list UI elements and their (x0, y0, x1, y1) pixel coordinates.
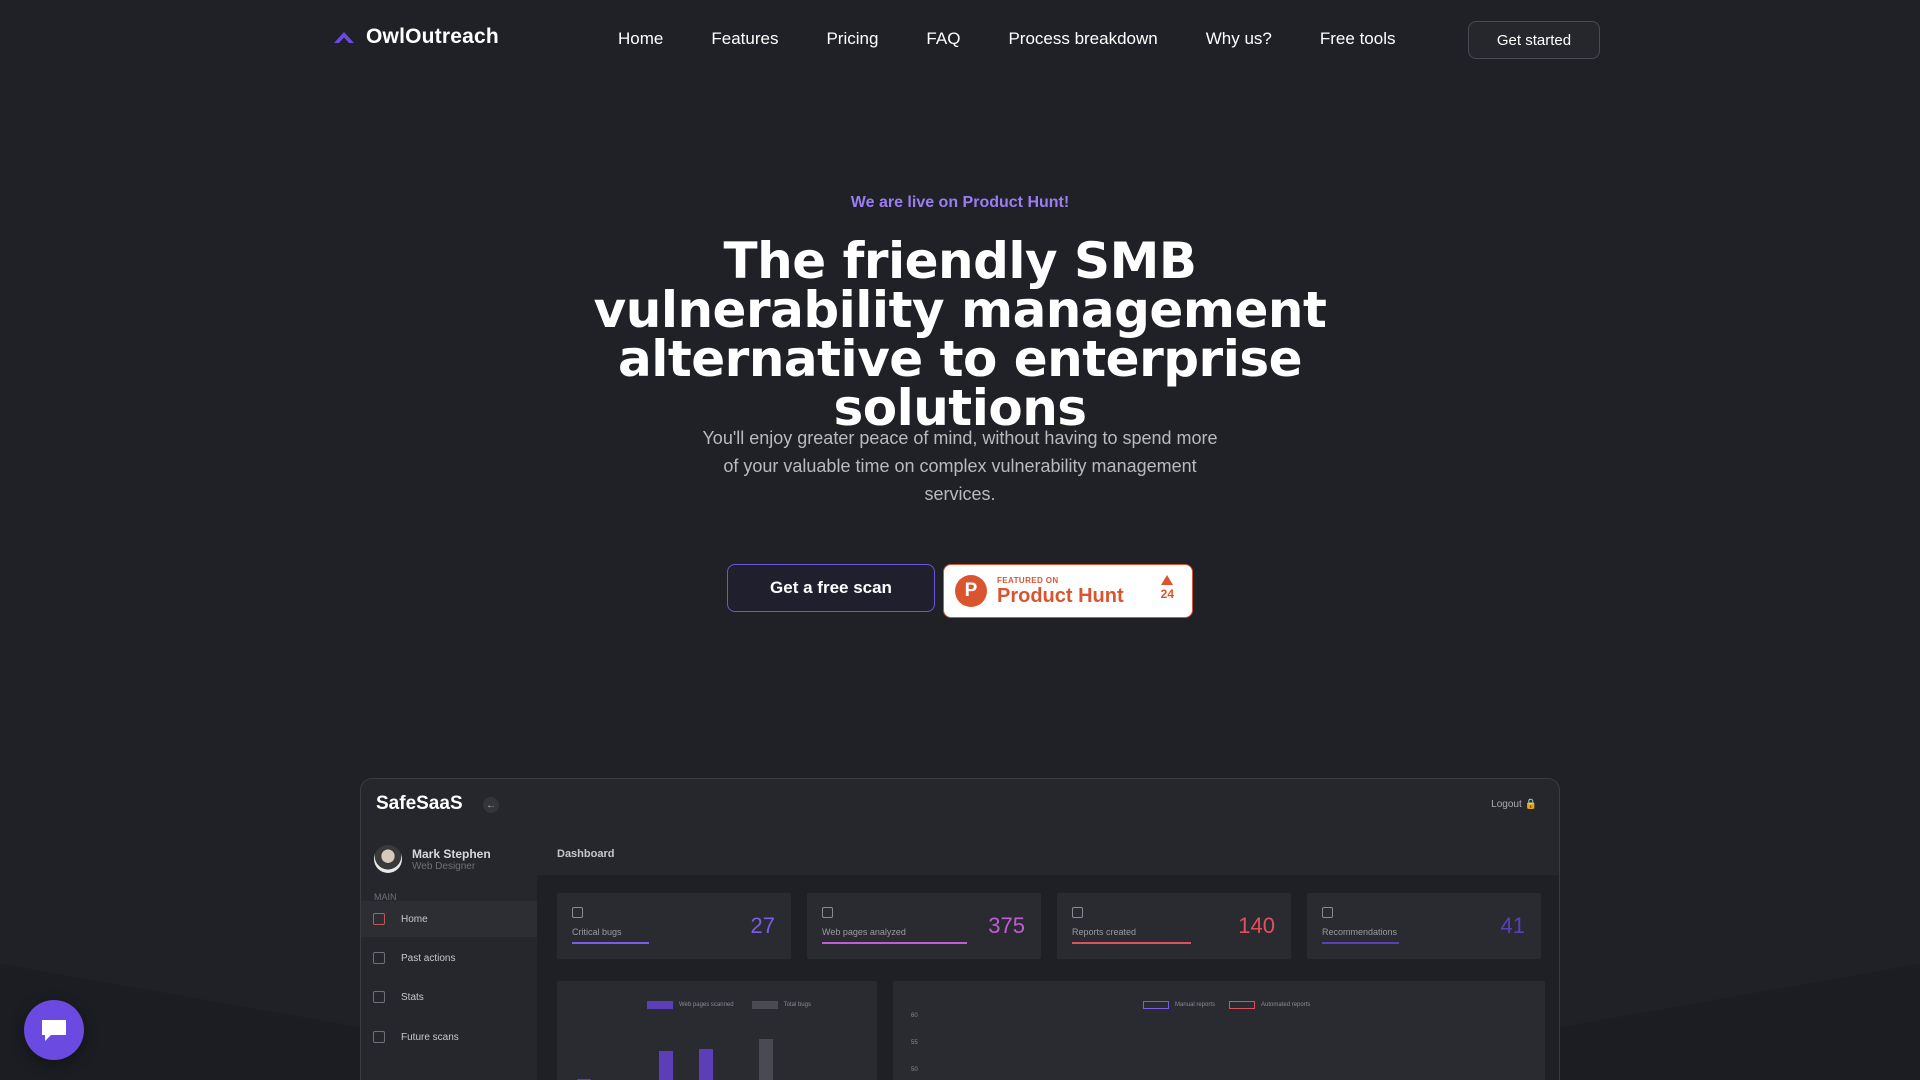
stat-label: Web pages analyzed (822, 927, 906, 937)
owl-logo-icon (334, 32, 354, 43)
stat-value: 27 (750, 913, 775, 938)
stat-label: Critical bugs (572, 927, 622, 937)
hero-subtitle: You'll enjoy greater peace of mind, with… (702, 428, 1218, 504)
y-tick-label: 50 (911, 1067, 918, 1073)
stat-value: 41 (1500, 913, 1525, 938)
stat-progress-bar (1322, 942, 1399, 944)
legend-swatch (1143, 1001, 1169, 1009)
sidebar-item-future-scans[interactable]: Future scans (361, 1019, 537, 1055)
dashboard-main: Dashboard Critical bugs 27 Web pages ana… (537, 835, 1559, 1080)
chat-button[interactable] (24, 1000, 84, 1060)
nav-link-features[interactable]: Features (711, 29, 778, 49)
stat-progress-bar (572, 942, 649, 944)
stat-progress-bar (822, 942, 967, 944)
chat-bubble-icon (42, 1020, 66, 1041)
product-hunt-text: FEATURED ON Product Hunt (997, 576, 1124, 607)
y-tick-label: 55 (911, 1040, 918, 1046)
grid-icon (373, 952, 385, 964)
sidebar-item-stats[interactable]: Stats (361, 979, 537, 1015)
bug-icon (572, 907, 583, 918)
logout-label: Logout (1491, 799, 1522, 810)
legend-swatch (647, 1001, 673, 1009)
stat-progress-bar (1072, 942, 1191, 944)
product-hunt-name: Product Hunt (997, 584, 1124, 607)
stack-icon (1322, 907, 1333, 918)
brand-logo[interactable]: OwlOutreach (332, 25, 499, 49)
product-hunt-icon: P (955, 575, 987, 607)
legend-label: Automated reports (1261, 1002, 1311, 1008)
upvote-count: 24 (1160, 587, 1174, 601)
home-icon (373, 913, 385, 925)
bar (759, 1039, 773, 1080)
nav-link-why-us[interactable]: Why us? (1206, 29, 1272, 49)
calendar-icon (373, 1031, 385, 1043)
line-chart-legend: Manual reports Automated reports (1143, 1001, 1310, 1009)
logout-link[interactable]: Logout 🔒 (1491, 799, 1537, 810)
stat-card-critical-bugs[interactable]: Critical bugs 27 (557, 893, 791, 959)
nav-link-process-breakdown[interactable]: Process breakdown (1008, 29, 1157, 49)
legend-label: Total bugs (783, 1002, 811, 1008)
dashboard-topbar: Dashboard (537, 835, 1559, 875)
legend-swatch (751, 1001, 778, 1009)
collapse-arrow-icon[interactable]: ← (483, 797, 499, 813)
report-icon (1072, 907, 1083, 918)
lock-icon: 🔒 (1524, 799, 1537, 810)
stat-label: Reports created (1072, 927, 1137, 937)
product-hunt-featured-label: FEATURED ON (997, 575, 1059, 585)
sidebar-item-label: Past actions (401, 952, 456, 964)
nav-links: Home Features Pricing FAQ Process breakd… (618, 29, 1395, 49)
hero-title: The friendly SMB vulnerability managemen… (593, 232, 1327, 437)
user-name: Mark Stephen (412, 846, 491, 861)
bar-chart-legend: Web pages scanned Total bugs (647, 1001, 811, 1009)
chart-icon (373, 991, 385, 1003)
stat-label: Recommendations (1322, 927, 1398, 937)
bar-chart-card: Web pages scanned Total bugs (557, 981, 877, 1080)
get-started-button[interactable]: Get started (1468, 21, 1600, 59)
user-role: Web Designer (412, 860, 476, 872)
bar (699, 1049, 713, 1080)
dashboard-preview: SafeSaaS ← Logout 🔒 Mark Stephen Web Des… (360, 778, 1560, 1080)
nav-link-faq[interactable]: FAQ (926, 29, 960, 49)
sidebar-item-home[interactable]: Home (361, 901, 537, 937)
dashboard-user: Mark Stephen Web Designer (374, 845, 491, 873)
stat-card-web-pages[interactable]: Web pages analyzed 375 (807, 893, 1041, 959)
top-navigation: OwlOutreach Home Features Pricing FAQ Pr… (0, 0, 1920, 80)
legend-label: Web pages scanned (679, 1002, 734, 1008)
get-free-scan-button[interactable]: Get a free scan (727, 564, 935, 612)
layers-icon (822, 907, 833, 918)
dashboard-sidebar: Mark Stephen Web Designer MAIN Home Past… (361, 835, 537, 1080)
stat-card-recommendations[interactable]: Recommendations 41 (1307, 893, 1541, 959)
sidebar-item-label: Stats (401, 991, 424, 1003)
stat-value: 375 (988, 913, 1025, 938)
product-hunt-upvotes: 24 (1161, 575, 1174, 601)
sidebar-item-past-actions[interactable]: Past actions (361, 940, 537, 976)
nav-link-free-tools[interactable]: Free tools (1320, 29, 1396, 49)
line-chart-card: Manual reports Automated reports 60 55 5… (893, 981, 1545, 1080)
product-hunt-badge[interactable]: P FEATURED ON Product Hunt 24 (943, 564, 1193, 618)
upvote-arrow-icon (1161, 575, 1174, 585)
legend-swatch (1229, 1001, 1256, 1009)
dashboard-page-title: Dashboard (557, 848, 615, 860)
legend-label: Manual reports (1175, 1002, 1216, 1008)
dashboard-brand: SafeSaaS (376, 793, 463, 814)
stat-value: 140 (1238, 913, 1275, 938)
brand-name: OwlOutreach (366, 25, 499, 48)
sidebar-item-label: Future scans (401, 1031, 459, 1043)
sidebar-item-label: Home (401, 913, 428, 925)
nav-link-home[interactable]: Home (618, 29, 663, 49)
stat-card-reports[interactable]: Reports created 140 (1057, 893, 1291, 959)
product-hunt-kicker: We are live on Product Hunt! (850, 194, 1070, 211)
avatar (374, 845, 402, 873)
y-tick-label: 60 (911, 1013, 918, 1019)
nav-link-pricing[interactable]: Pricing (826, 29, 878, 49)
bar (659, 1051, 673, 1080)
